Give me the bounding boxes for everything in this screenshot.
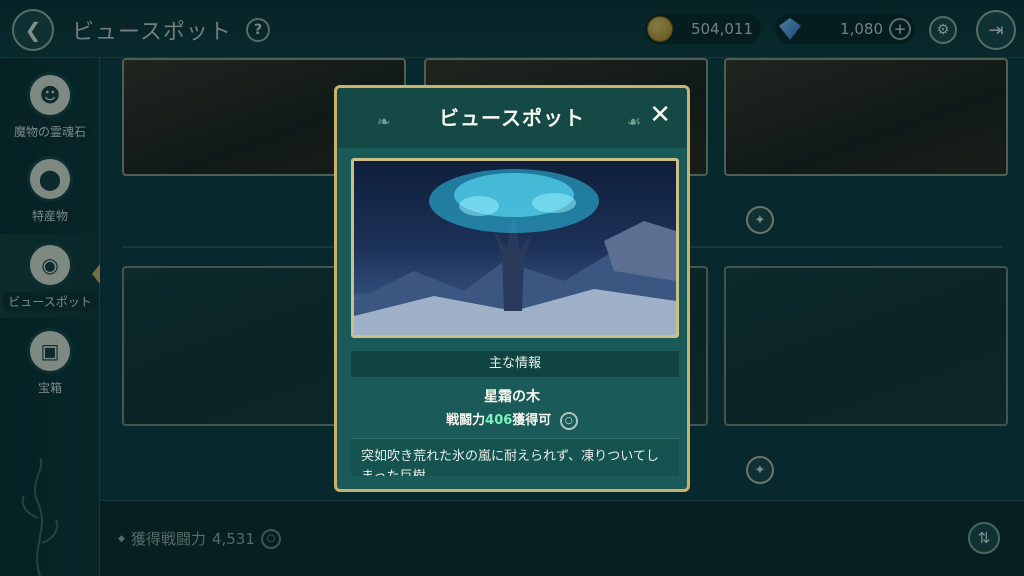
viewspot-preview-image [351, 158, 679, 338]
viewspot-detail-modal: ❧ ☙ ビュースポット ✕ 主な情報 星霜の木 戦闘力406獲得可 ○ 突如吹き… [334, 85, 690, 492]
power-prefix: 戦闘力 [446, 413, 486, 428]
description-box[interactable]: 突如吹き荒れた氷の嵐に耐えられず、凍りついてしまった巨樹 [351, 438, 679, 476]
modal-title: ビュースポット [439, 106, 585, 130]
close-button[interactable]: ✕ [649, 100, 671, 130]
magnifier-icon[interactable]: ○ [559, 411, 578, 430]
viewspot-name: 星霜の木 [484, 389, 540, 405]
main-info-header: 主な情報 [351, 351, 679, 377]
viewspot-description: 突如吹き荒れた氷の嵐に耐えられず、凍りついてしまった巨樹 [361, 449, 659, 476]
power-suffix: 獲得可 [512, 413, 552, 428]
power-value: 406 [485, 413, 513, 428]
viewspot-power: 戦闘力406獲得可 ○ [337, 409, 687, 430]
frost-tree-illustration [354, 169, 676, 335]
